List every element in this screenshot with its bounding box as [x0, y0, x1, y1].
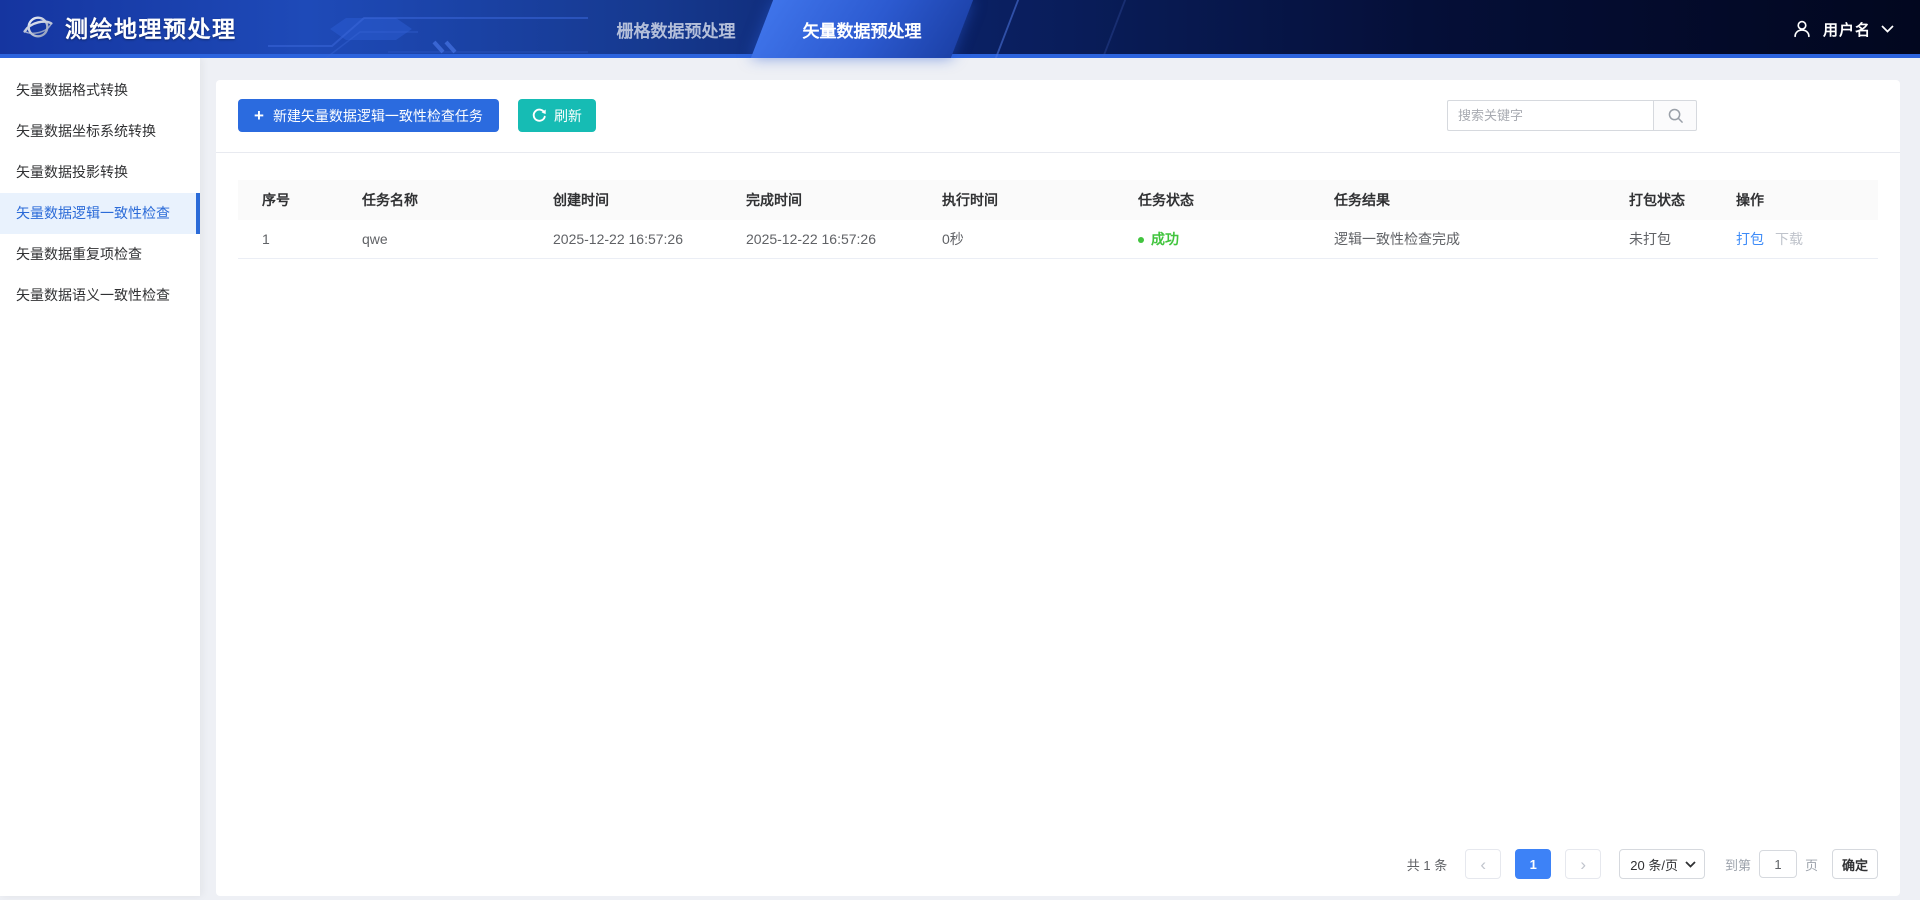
col-finished-time: 完成时间: [746, 180, 942, 220]
cell-duration: 0秒: [942, 220, 1138, 259]
chevron-down-icon: [1685, 860, 1696, 868]
toolbar-divider: [216, 152, 1900, 153]
table-row: 1 qwe 2025-12-22 16:57:26 2025-12-22 16:…: [238, 220, 1878, 259]
cell-result: 逻辑一致性检查完成: [1334, 220, 1629, 259]
cell-operation: 打包 下载: [1736, 220, 1878, 259]
cell-status: 成功: [1138, 220, 1334, 259]
search-button[interactable]: [1653, 100, 1697, 131]
col-result: 任务结果: [1334, 180, 1629, 220]
goto-prefix-label: 到第: [1724, 857, 1751, 873]
goto-confirm-button[interactable]: 确定: [1831, 849, 1878, 879]
sidebar-item-projection-convert[interactable]: 矢量数据投影转换: [0, 152, 200, 193]
tab-vector-preprocess[interactable]: 矢量数据预处理: [768, 0, 956, 58]
cell-task-name: qwe: [362, 220, 553, 259]
pagination-total: 共 1 条: [1406, 857, 1448, 873]
cell-package-state: 未打包: [1629, 220, 1736, 259]
sidebar-item-semantic-consistency-check[interactable]: 矢量数据语义一致性检查: [0, 275, 200, 316]
cell-created-time: 2025-12-22 16:57:26: [553, 220, 746, 259]
status-badge: 成功: [1151, 230, 1179, 247]
col-duration: 执行时间: [942, 180, 1138, 220]
app-title: 测绘地理预处理: [65, 16, 237, 42]
header-circuit-decoration: [268, 17, 588, 58]
col-package-state: 打包状态: [1629, 180, 1736, 220]
app-logo: 测绘地理预处理: [22, 10, 237, 44]
chevron-left-icon: ‹: [1480, 854, 1487, 874]
page-number-current[interactable]: 1: [1515, 849, 1552, 879]
header-diagonal-accent: [1063, 0, 1127, 58]
goto-suffix-label: 页: [1804, 857, 1818, 873]
main-area: + 新建矢量数据逻辑一致性检查任务 刷新 搜索关键字 序号 任务名称 创建时间 …: [200, 58, 1920, 896]
user-menu[interactable]: 用户名: [1791, 0, 1894, 58]
content-card: + 新建矢量数据逻辑一致性检查任务 刷新 搜索关键字 序号 任务名称 创建时间 …: [216, 80, 1900, 896]
refresh-icon: [532, 108, 547, 123]
app-header: 测绘地理预处理 栅格数据预处理 矢量数据预处理 用户名: [0, 0, 1920, 58]
col-index: 序号: [238, 180, 362, 220]
task-table: 序号 任务名称 创建时间 完成时间 执行时间 任务状态 任务结果 打包状态 操作…: [238, 180, 1878, 259]
user-icon: [1791, 18, 1813, 40]
download-link[interactable]: 下载: [1775, 231, 1803, 247]
search-group: [1447, 100, 1697, 131]
col-created-time: 创建时间: [553, 180, 746, 220]
user-name: 用户名: [1822, 21, 1871, 39]
refresh-button[interactable]: 刷新: [517, 99, 596, 132]
top-nav-tabs: 栅格数据预处理 矢量数据预处理: [590, 0, 956, 58]
page-size-select[interactable]: 20 条/页: [1619, 849, 1705, 879]
cell-finished-time: 2025-12-22 16:57:26: [746, 220, 942, 259]
toolbar: + 新建矢量数据逻辑一致性检查任务 刷新: [238, 99, 1878, 132]
next-page-button[interactable]: ›: [1565, 849, 1602, 879]
search-input[interactable]: [1447, 100, 1653, 131]
col-status: 任务状态: [1138, 180, 1334, 220]
search-icon: [1667, 107, 1684, 124]
prev-page-button[interactable]: ‹: [1465, 849, 1502, 879]
sidebar-item-logic-consistency-check[interactable]: 矢量数据逻辑一致性检查: [0, 193, 200, 234]
col-operation: 操作: [1736, 180, 1878, 220]
new-task-button[interactable]: + 新建矢量数据逻辑一致性检查任务: [238, 99, 499, 132]
sidebar-item-coord-system-convert[interactable]: 矢量数据坐标系统转换: [0, 111, 200, 152]
sidebar-item-format-convert[interactable]: 矢量数据格式转换: [0, 70, 200, 111]
goto-page-group: 到第 页: [1725, 850, 1818, 878]
col-task-name: 任务名称: [362, 180, 553, 220]
plus-icon: +: [254, 105, 264, 125]
chevron-right-icon: ›: [1580, 854, 1587, 874]
cell-index: 1: [238, 220, 362, 259]
pagination: 共 1 条 ‹ 1 › 20 条/页 到第 页 确定: [238, 849, 1878, 896]
goto-page-input[interactable]: [1758, 850, 1797, 878]
sidebar-item-duplicate-check[interactable]: 矢量数据重复项检查: [0, 234, 200, 275]
table-header-row: 序号 任务名称 创建时间 完成时间 执行时间 任务状态 任务结果 打包状态 操作: [238, 180, 1878, 220]
logo-globe-icon: [22, 11, 54, 43]
package-link[interactable]: 打包: [1736, 231, 1764, 247]
sidebar-nav: 矢量数据格式转换 矢量数据坐标系统转换 矢量数据投影转换 矢量数据逻辑一致性检查…: [0, 58, 200, 896]
chevron-down-icon: [1881, 25, 1894, 33]
tab-raster-preprocess[interactable]: 栅格数据预处理: [590, 0, 762, 58]
success-dot-icon: [1138, 236, 1144, 243]
